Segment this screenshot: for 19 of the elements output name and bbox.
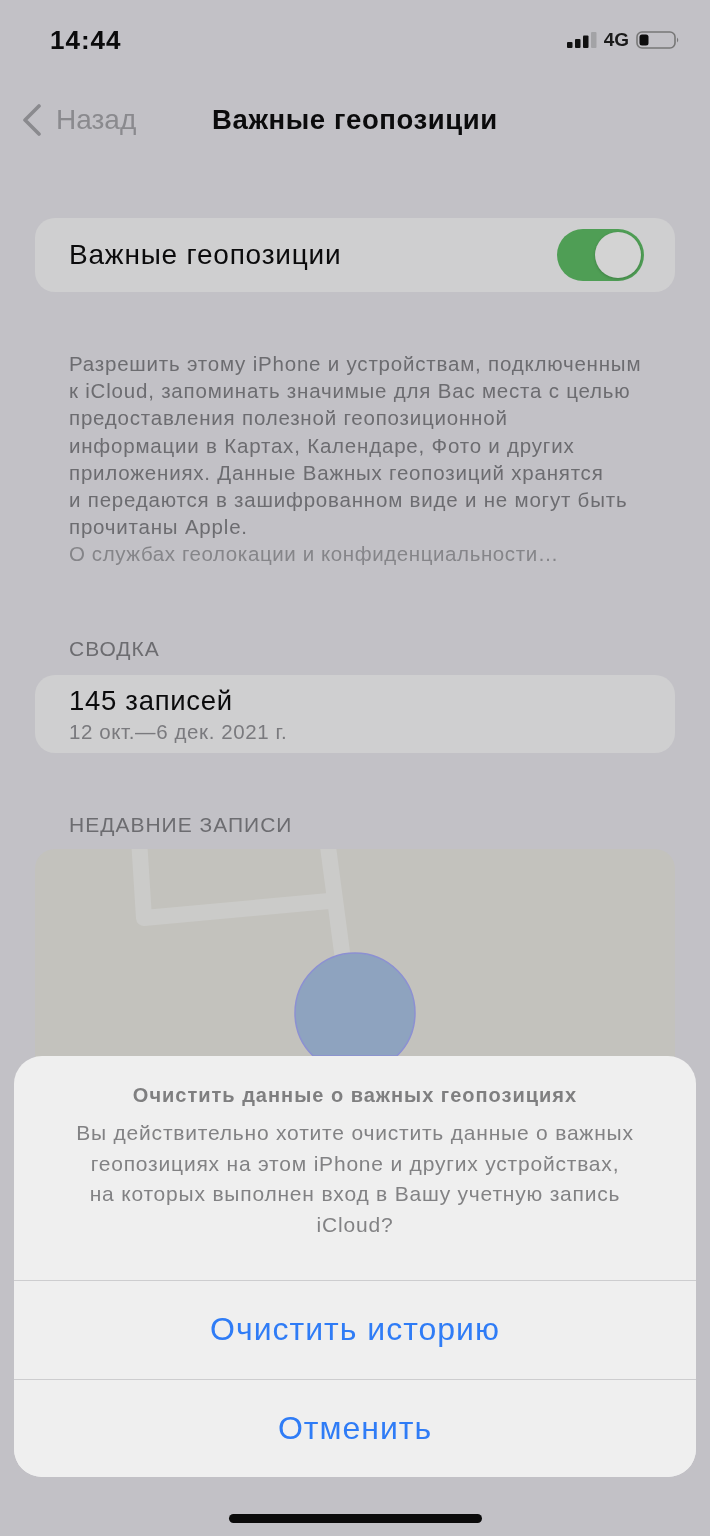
- section-header: СВОДКА: [69, 636, 160, 661]
- page-title: Важные геопозиции: [212, 104, 498, 136]
- toggle-switch[interactable]: [557, 229, 644, 281]
- network-label: 4G: [603, 29, 629, 51]
- signal-icon: [566, 32, 597, 48]
- action-button[interactable]: Отменить: [14, 1378, 696, 1477]
- section-header: НЕДАВНИЕ ЗАПИСИ: [69, 812, 293, 837]
- date-range: 12 окт.—6 дек. 2021 г.: [69, 719, 288, 744]
- sheet-title: Очистить данные о важных геопозициях: [132, 1083, 578, 1107]
- battery-icon: [636, 31, 680, 49]
- description-text: Разрешить этому iPhone и устройствам, подключенным к iCloud, запоминать значимые для Вас места с целью предоставления полезной геопозиционной информации в Картах, Календаре, Фото и других приложениях. Данные Важных геопозиций хранятся и передаются в зашифрованном виде и не могут быть прочитаны Apple.: [69, 351, 642, 541]
- back-button[interactable]: Назад: [22, 104, 137, 136]
- status-time: 14:44: [50, 24, 122, 56]
- sheet-message: Вы действительно хотите очистить данные о важных геопозициях на этом iPhone и других устройствах, на которых выполнен вход в Вашу учетную запись iCloud?: [76, 1120, 634, 1239]
- record-count: 145 записей: [69, 685, 233, 716]
- summary-card[interactable]: 145 записей 12 окт.—6 дек. 2021 г.: [35, 674, 675, 753]
- chevron-icon: [22, 104, 42, 136]
- privacy-link[interactable]: О службах геолокации и конфиденциальности…: [69, 540, 559, 568]
- toggle-label: Важные геопозиции: [69, 239, 342, 271]
